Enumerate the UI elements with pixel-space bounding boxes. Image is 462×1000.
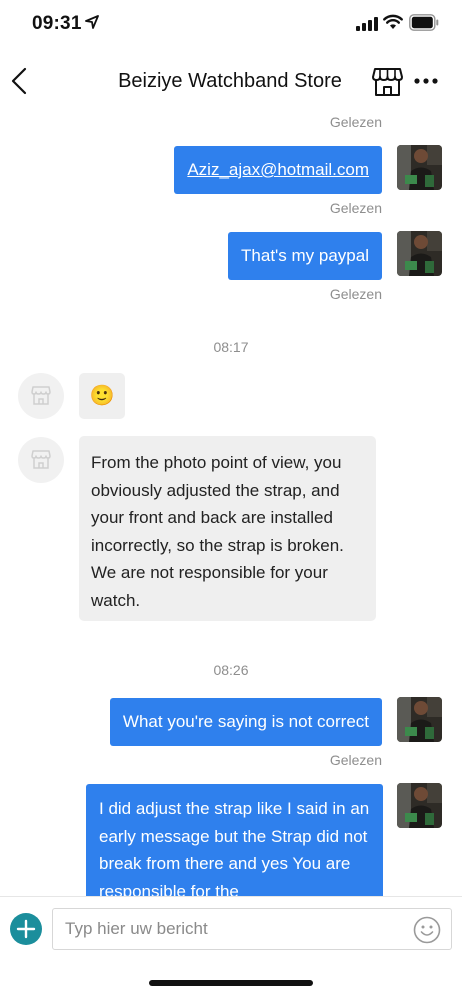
- read-receipt: Gelezen: [329, 200, 382, 216]
- store-icon: [31, 450, 51, 469]
- plus-icon: [16, 919, 36, 939]
- user-avatar: [397, 231, 442, 276]
- battery-icon: [409, 14, 439, 31]
- message-bubble-shop-reply[interactable]: From the photo point of view, you obviou…: [79, 436, 376, 621]
- user-avatar: [397, 145, 442, 190]
- message-text: From the photo point of view, you obviou…: [91, 453, 344, 610]
- message-input-container: [52, 908, 452, 950]
- message-composer: [0, 896, 462, 1000]
- cellular-signal-icon: [356, 17, 378, 31]
- message-bubble-paypal[interactable]: That's my paypal: [228, 232, 382, 280]
- time-separator: 08:26: [213, 662, 249, 678]
- add-attachment-button[interactable]: [10, 913, 42, 945]
- read-receipt: Gelezen: [329, 752, 382, 768]
- message-bubble-email[interactable]: Aziz_ajax@hotmail.com: [174, 146, 382, 194]
- status-time: 09:31: [32, 13, 82, 34]
- smiley-emoji: 🙂: [89, 385, 115, 407]
- user-photo-icon: [397, 231, 442, 276]
- message-bubble-last[interactable]: I did adjust the strap like I said in an…: [86, 784, 383, 896]
- message-bubble-emoji[interactable]: 🙂: [79, 373, 125, 419]
- wifi-icon: [383, 14, 403, 29]
- user-photo-icon: [397, 783, 442, 828]
- shop-avatar: [18, 437, 64, 483]
- more-options-icon[interactable]: [414, 77, 438, 85]
- home-indicator[interactable]: [149, 980, 313, 986]
- email-link[interactable]: Aziz_ajax@hotmail.com: [187, 160, 369, 179]
- user-photo-icon: [397, 697, 442, 742]
- user-avatar: [397, 697, 442, 742]
- shop-avatar: [18, 373, 64, 419]
- message-text: That's my paypal: [241, 246, 369, 265]
- message-input[interactable]: [65, 909, 395, 949]
- status-bar: 09:31: [0, 0, 462, 50]
- read-receipt: Gelezen: [329, 286, 382, 302]
- store-icon[interactable]: [372, 67, 403, 97]
- navigation-bar: Beiziye Watchband Store: [0, 50, 462, 114]
- message-bubble-not-correct[interactable]: What you're saying is not correct: [109, 698, 382, 746]
- message-text: What you're saying is not correct: [122, 712, 369, 731]
- location-arrow-icon: [85, 15, 99, 29]
- chat-thread[interactable]: Gelezen Aziz_ajax@hotmail.com Gelezen Th…: [0, 114, 462, 896]
- message-text: I did adjust the strap like I said in an…: [99, 799, 370, 896]
- time-separator: 08:17: [213, 339, 249, 355]
- store-icon: [31, 386, 51, 405]
- read-receipt: Gelezen: [329, 114, 382, 130]
- user-photo-icon: [397, 145, 442, 190]
- emoji-picker-icon[interactable]: [413, 916, 441, 944]
- user-avatar: [397, 783, 442, 828]
